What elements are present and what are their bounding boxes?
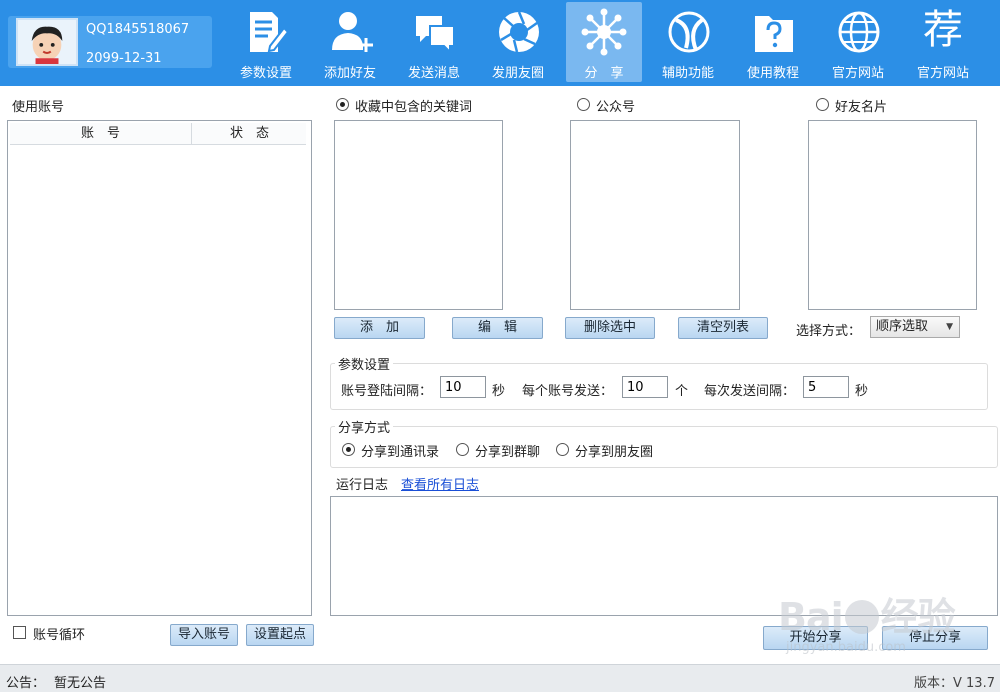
nav-send-message[interactable]: 发送消息: [394, 2, 474, 82]
version-label: 版本：V 13.7: [914, 676, 995, 691]
globe-icon: [838, 11, 880, 53]
assist-globe-icon: [668, 11, 710, 53]
send-interval-label: 每次发送间隔：: [704, 384, 796, 399]
send-interval-unit: 秒: [855, 384, 869, 399]
nav-label-add-friend: 添加好友: [323, 66, 376, 81]
share-contacts-radio[interactable]: [342, 443, 355, 456]
col-account[interactable]: 账 号: [10, 123, 192, 144]
per-account-label: 每个账号发送：: [522, 384, 614, 399]
clear-list-button[interactable]: 清空列表: [678, 317, 768, 339]
nav-add-friend[interactable]: 添加好友: [310, 2, 390, 82]
account-loop-label: 账号循环: [33, 628, 86, 643]
source-card-label: 好友名片: [835, 100, 888, 115]
nav-tutorial[interactable]: 使用教程: [733, 2, 813, 82]
source-keyword-label: 收藏中包含的关键词: [355, 100, 473, 115]
nav-label-tutorial: 使用教程: [746, 66, 799, 81]
stop-share-button[interactable]: 停止分享: [882, 626, 988, 650]
nav-label-send-message: 发送消息: [407, 66, 460, 81]
nav-label-recommend: 官方网站: [916, 66, 969, 81]
nav-label-params: 参数设置: [239, 66, 292, 81]
accounts-table-header: 账 号 状 态: [10, 123, 306, 145]
account-loop-checkbox[interactable]: [13, 626, 26, 639]
share-group-label: 分享到群聊: [475, 445, 541, 460]
login-interval-label: 账号登陆间隔：: [341, 384, 433, 399]
share-moments-radio[interactable]: [556, 443, 569, 456]
share-moments-label: 分享到朋友圈: [575, 445, 654, 460]
log-area[interactable]: [330, 496, 998, 616]
chat-bubbles-icon: [416, 16, 455, 55]
chevron-down-icon: ▼: [946, 322, 953, 332]
notice-label: 公告：: [6, 676, 46, 691]
user-expiry: 2099-12-31: [86, 51, 162, 66]
document-edit-icon: [250, 12, 290, 53]
start-share-button[interactable]: 开始分享: [763, 626, 868, 650]
login-interval-input[interactable]: [440, 376, 486, 398]
edit-button[interactable]: 编 辑: [452, 317, 543, 339]
share-contacts-label: 分享到通讯录: [361, 445, 440, 460]
user-card: QQ1845518067 2099-12-31: [8, 16, 212, 68]
select-mode-value: 顺序选取: [876, 319, 929, 334]
share-app-window: QQ1845518067 2099-12-31 参数设置 添加好友 发送消息 发…: [0, 0, 1000, 692]
source-card-radio[interactable]: [816, 98, 829, 111]
source-public-radio[interactable]: [577, 98, 590, 111]
status-bar: 公告： 暂无公告 版本：V 13.7: [0, 664, 1000, 692]
nav-assist[interactable]: 辅助功能: [648, 2, 728, 82]
nav-params[interactable]: 参数设置: [226, 2, 306, 82]
delete-selected-button[interactable]: 删除选中: [565, 317, 655, 339]
public-account-list[interactable]: [570, 120, 740, 310]
friend-card-list[interactable]: [808, 120, 977, 310]
import-accounts-button[interactable]: 导入账号: [170, 624, 238, 646]
help-folder-icon: [755, 16, 793, 52]
share-burst-icon: [581, 8, 627, 56]
recommend-char-icon: 荐: [923, 7, 963, 53]
avatar: [16, 18, 78, 66]
nav-label-website: 官方网站: [831, 66, 884, 81]
nav-website[interactable]: 官方网站: [818, 2, 898, 82]
login-interval-unit: 秒: [492, 384, 506, 399]
nav-moments[interactable]: 发朋友圈: [478, 2, 558, 82]
col-status[interactable]: 状 态: [193, 123, 306, 144]
nav-label-assist: 辅助功能: [661, 66, 714, 81]
nav-label-share: 分 享: [584, 66, 624, 81]
keyword-list[interactable]: [334, 120, 503, 310]
add-button[interactable]: 添 加: [334, 317, 425, 339]
user-account: QQ1845518067: [86, 22, 190, 37]
view-all-logs-link[interactable]: 查看所有日志: [401, 474, 479, 493]
per-account-input[interactable]: [622, 376, 668, 398]
select-mode-dropdown[interactable]: 顺序选取 ▼: [870, 316, 960, 338]
set-start-button[interactable]: 设置起点: [246, 624, 314, 646]
accounts-section-title: 使用账号: [12, 100, 65, 115]
share-group-radio[interactable]: [456, 443, 469, 456]
nav-share[interactable]: 分 享: [566, 2, 642, 82]
notice-text: 暂无公告: [54, 676, 107, 691]
add-user-icon: [332, 12, 373, 52]
share-mode-group-title: 分享方式: [335, 417, 394, 436]
top-toolbar: QQ1845518067 2099-12-31 参数设置 添加好友 发送消息 发…: [0, 0, 1000, 86]
source-public-label: 公众号: [596, 100, 636, 115]
send-interval-input[interactable]: [803, 376, 849, 398]
source-keyword-radio[interactable]: [336, 98, 349, 111]
accounts-table[interactable]: 账 号 状 态: [7, 120, 312, 616]
nav-recommend[interactable]: 荐 官方网站: [903, 2, 983, 82]
log-title: 运行日志: [336, 478, 389, 493]
params-group-title: 参数设置: [335, 354, 394, 373]
nav-label-moments: 发朋友圈: [491, 66, 544, 81]
per-account-unit: 个: [675, 384, 689, 399]
select-mode-label: 选择方式：: [796, 324, 862, 339]
aperture-icon: [499, 11, 539, 53]
